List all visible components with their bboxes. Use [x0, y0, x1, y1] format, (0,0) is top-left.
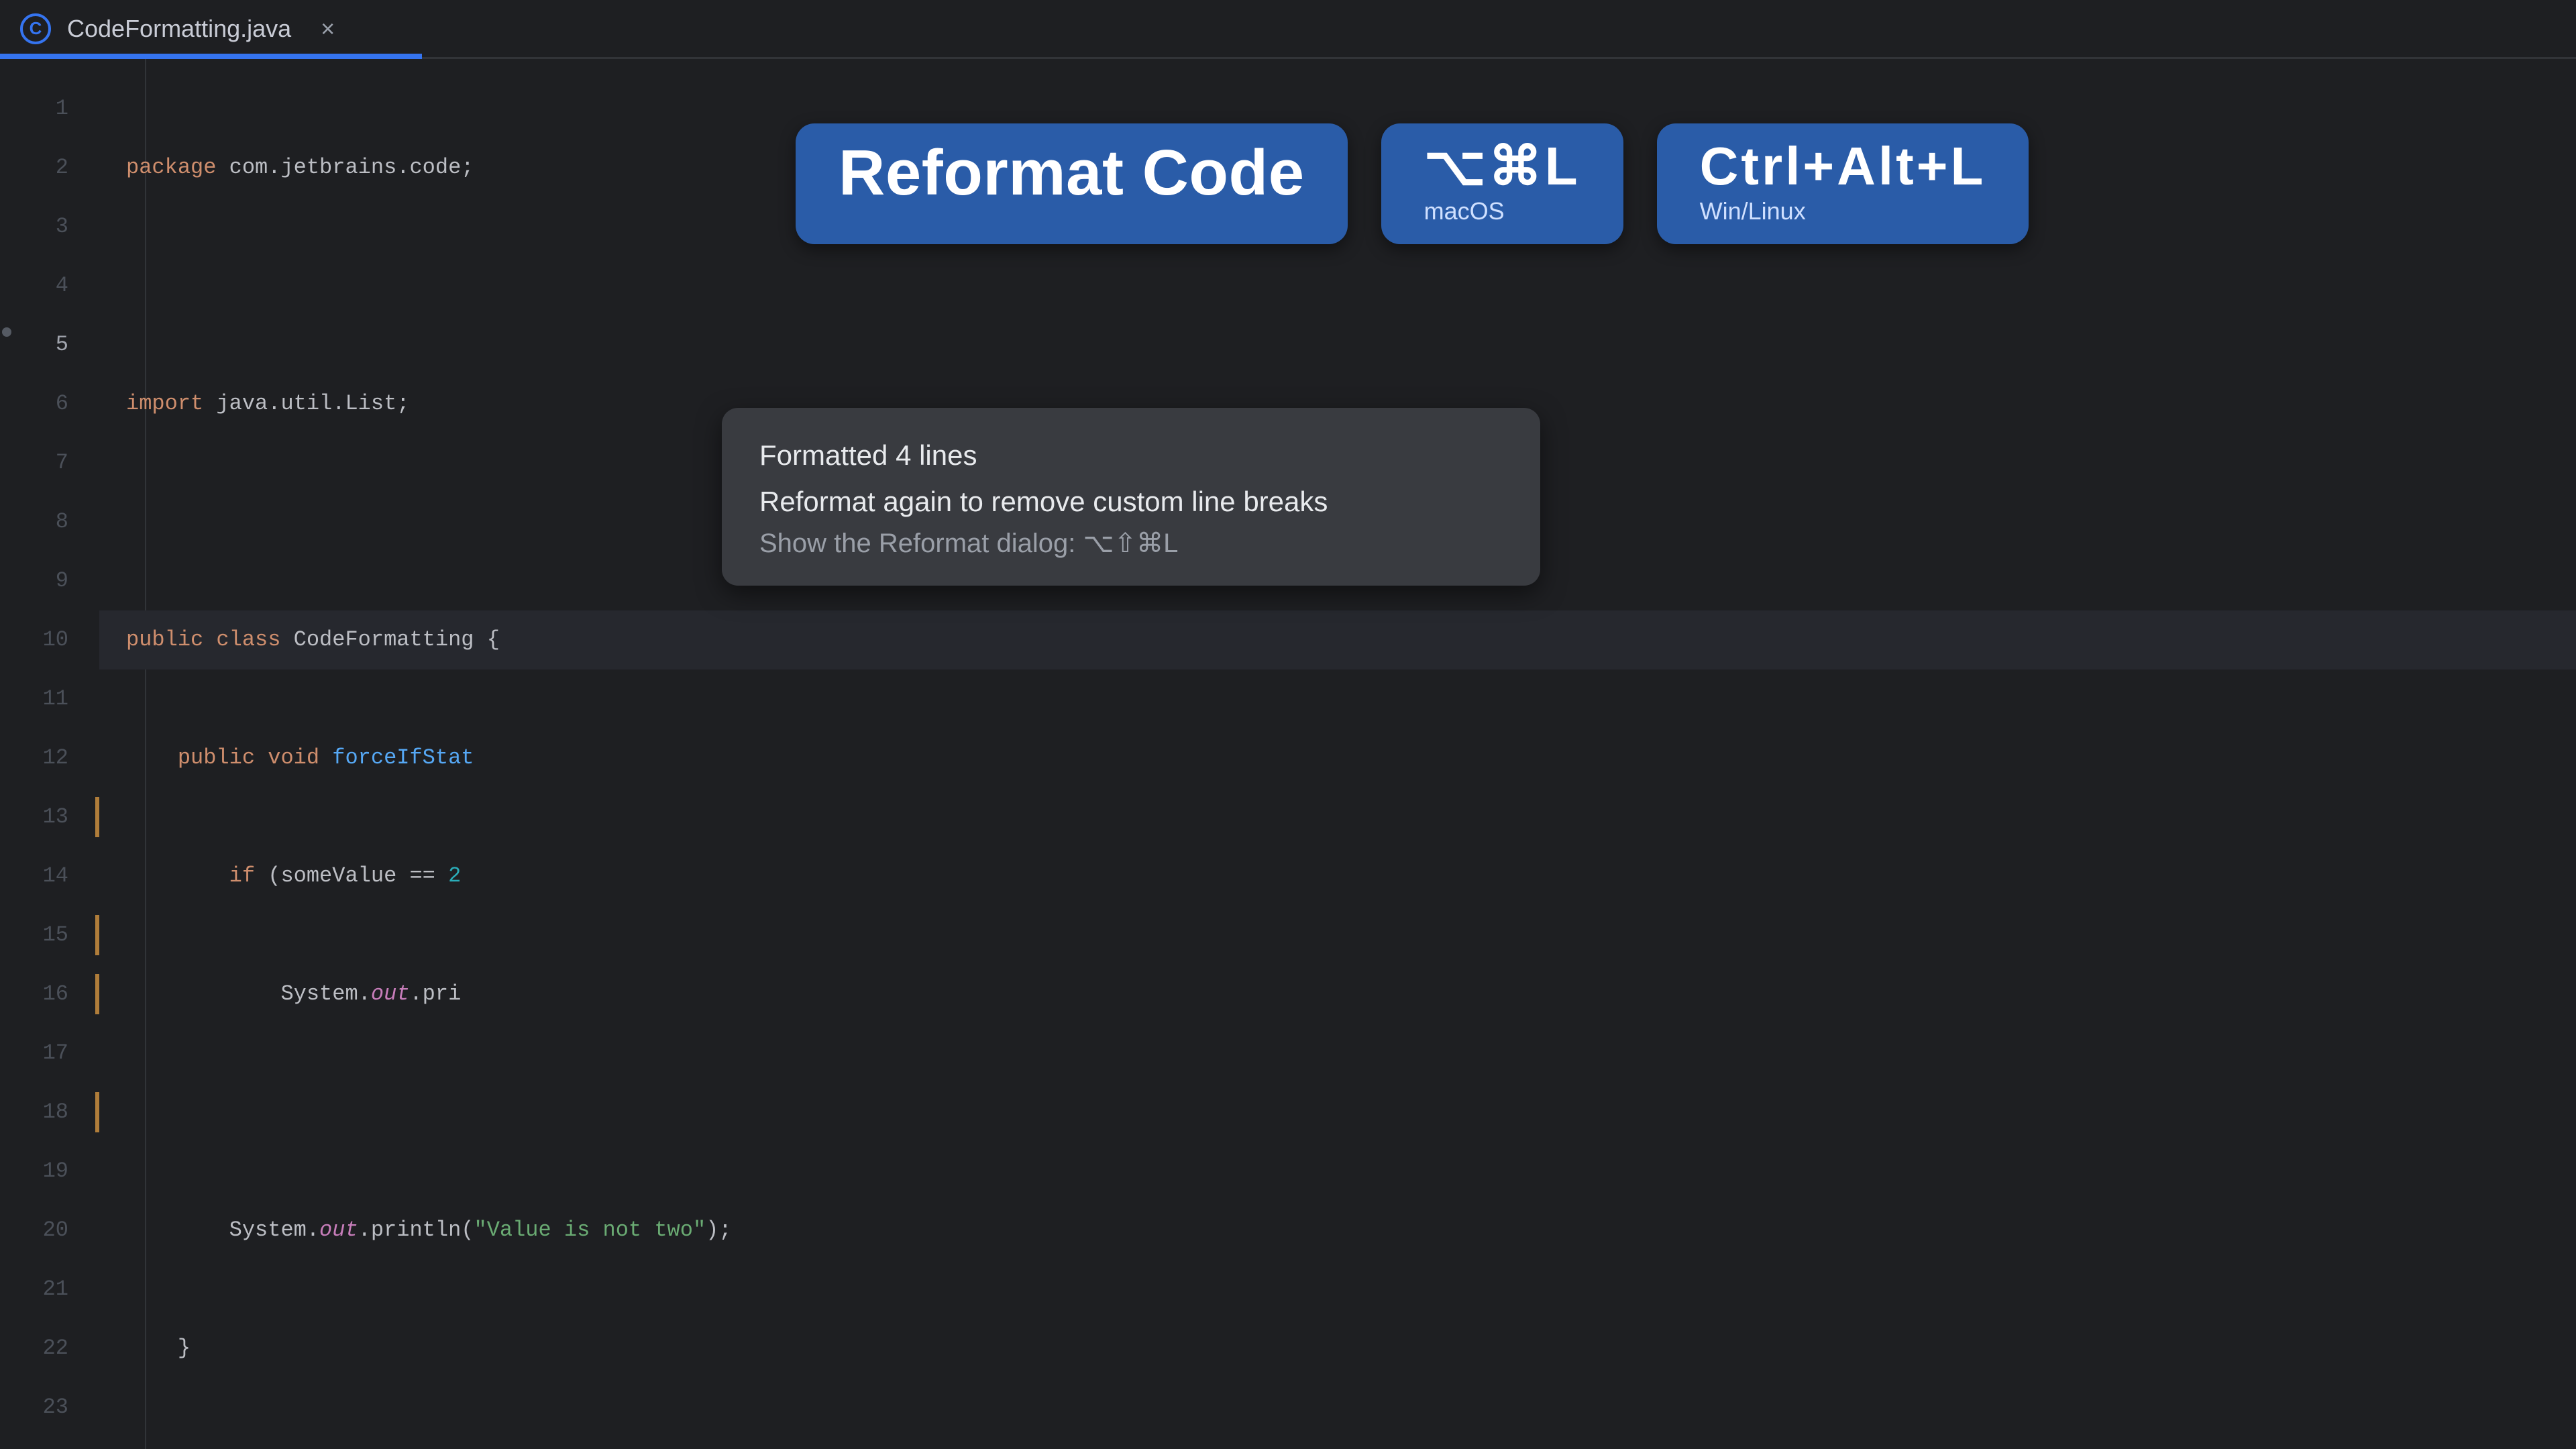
line-number[interactable]: 8 — [0, 492, 99, 551]
reformat-tooltip: Formatted 4 lines Reformat again to remo… — [722, 408, 1540, 586]
code-line[interactable]: public class CodeFormatting { — [99, 610, 2576, 669]
line-number[interactable]: 16 — [0, 965, 99, 1024]
line-number[interactable]: 2 — [0, 138, 99, 197]
line-number[interactable]: 15 — [0, 906, 99, 965]
tab-codeformatting[interactable]: C CodeFormatting.java × — [13, 0, 362, 57]
code-area[interactable]: package com.jetbrains.code; import java.… — [99, 59, 2576, 1449]
java-class-icon: C — [20, 13, 51, 44]
line-number[interactable]: 22 — [0, 1319, 99, 1378]
banner-macos-shortcut: ⌥⌘L — [1424, 140, 1580, 193]
tab-label: CodeFormatting.java — [67, 15, 291, 43]
line-number[interactable]: 10 — [0, 610, 99, 669]
banner-macos: ⌥⌘L macOS — [1381, 123, 1623, 244]
banner-action: Reformat Code — [796, 123, 1348, 244]
tooltip-line2: Reformat again to remove custom line bre… — [759, 478, 1503, 525]
editor[interactable]: 1234567891011121314151617181920212223 pa… — [0, 59, 2576, 1449]
line-number[interactable]: 17 — [0, 1024, 99, 1083]
line-number[interactable]: 3 — [0, 197, 99, 256]
line-number[interactable]: 6 — [0, 374, 99, 433]
line-number[interactable]: 20 — [0, 1201, 99, 1260]
line-number[interactable]: 5 — [0, 315, 99, 374]
line-number[interactable]: 9 — [0, 551, 99, 610]
banner-action-label: Reformat Code — [839, 140, 1305, 207]
banner-win-shortcut: Ctrl+Alt+L — [1700, 140, 1986, 193]
line-number[interactable]: 14 — [0, 847, 99, 906]
line-number[interactable]: 4 — [0, 256, 99, 315]
code-line[interactable] — [126, 1437, 2576, 1449]
line-number-gutter[interactable]: 1234567891011121314151617181920212223 — [0, 59, 99, 1449]
code-line[interactable]: } — [126, 1319, 2576, 1378]
line-number[interactable]: 11 — [0, 669, 99, 729]
close-icon[interactable]: × — [321, 15, 335, 43]
line-number[interactable]: 12 — [0, 729, 99, 788]
line-number[interactable]: 18 — [0, 1083, 99, 1142]
code-line[interactable]: System.out.pri — [126, 965, 2576, 1024]
line-number[interactable]: 1 — [0, 79, 99, 138]
code-line[interactable]: public void forceIfStat — [126, 729, 2576, 788]
line-number[interactable]: 21 — [0, 1260, 99, 1319]
banner-win-os: Win/Linux — [1700, 197, 1986, 225]
shortcut-banners: Reformat Code ⌥⌘L macOS Ctrl+Alt+L Win/L… — [796, 123, 2029, 244]
code-line[interactable] — [126, 1083, 2576, 1142]
code-line[interactable]: if (someValue == 2 — [126, 847, 2576, 906]
tooltip-line1: Formatted 4 lines — [759, 432, 1503, 478]
line-number[interactable]: 7 — [0, 433, 99, 492]
code-line[interactable] — [126, 256, 2576, 315]
line-number[interactable]: 23 — [0, 1378, 99, 1437]
code-line[interactable]: System.out.println("Value is not two"); — [126, 1201, 2576, 1260]
banner-winlinux: Ctrl+Alt+L Win/Linux — [1657, 123, 2029, 244]
banner-macos-os: macOS — [1424, 197, 1580, 225]
line-number[interactable]: 13 — [0, 788, 99, 847]
tab-bar: C CodeFormatting.java × — [0, 0, 2576, 59]
tooltip-line3: Show the Reformat dialog: ⌥⇧⌘L — [759, 528, 1503, 559]
line-number[interactable]: 19 — [0, 1142, 99, 1201]
